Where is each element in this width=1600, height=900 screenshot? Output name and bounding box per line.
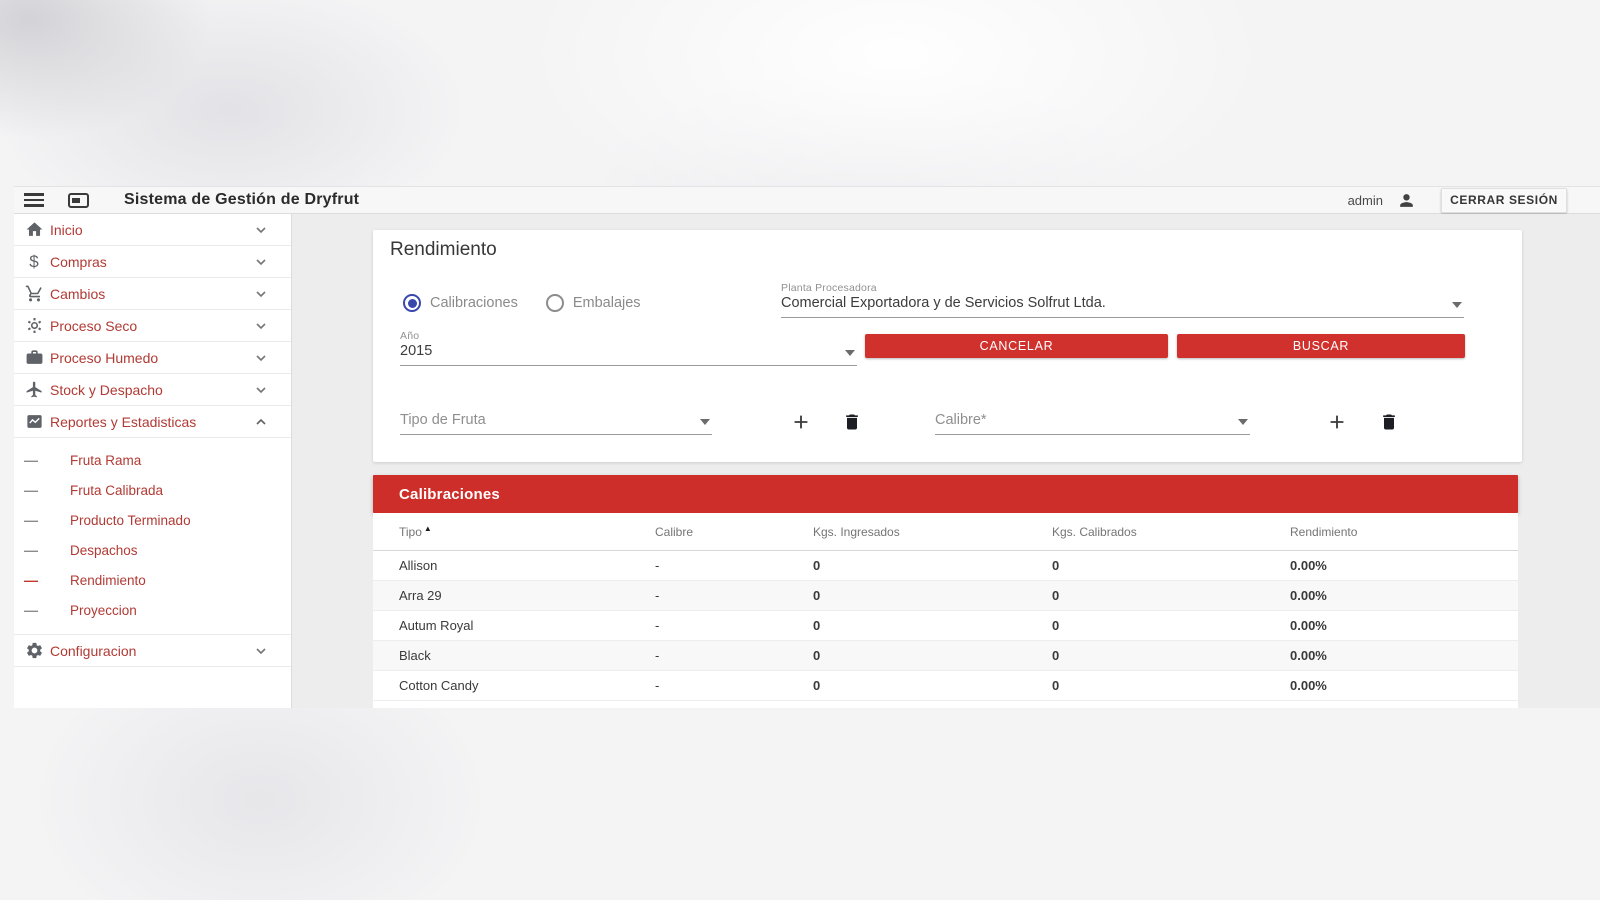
sidebar-item-cambios[interactable]: Cambios <box>14 278 291 310</box>
reportes-submenu: — Fruta Rama — Fruta Calibrada — Product… <box>14 438 291 635</box>
app-window-icon <box>68 193 89 208</box>
submenu-item-fruta-rama[interactable]: — Fruta Rama <box>14 445 291 475</box>
calibre-select[interactable]: Calibre* <box>935 411 1250 435</box>
anio-select[interactable]: Año 2015 <box>400 330 857 366</box>
column-header-kgs-calibrados[interactable]: Kgs. Calibrados <box>1052 525 1290 539</box>
table-row: Cotton Candy - 0 0 0.00% <box>373 671 1518 701</box>
search-button[interactable]: BUSCAR <box>1177 334 1465 358</box>
money-icon: $ <box>24 252 44 272</box>
app-title: Sistema de Gestión de Dryfrut <box>124 191 359 209</box>
dash-icon: — <box>22 542 40 558</box>
home-icon <box>24 220 44 240</box>
add-fruta-button[interactable] <box>788 409 814 435</box>
submenu-item-rendimiento-active[interactable]: — Rendimiento <box>14 565 291 595</box>
chevron-down-icon <box>253 222 269 238</box>
page-title: Rendimiento <box>390 239 497 261</box>
delete-fruta-button[interactable] <box>839 409 865 435</box>
delete-calibre-button[interactable] <box>1376 409 1402 435</box>
dropdown-caret-icon <box>1238 419 1248 425</box>
sidebar-item-compras[interactable]: $ Compras <box>14 246 291 278</box>
sort-asc-icon: ▲ <box>424 524 432 533</box>
sidebar-item-inicio[interactable]: Inicio <box>14 214 291 246</box>
person-icon <box>1397 191 1416 210</box>
table-row: Allison - 0 0 0.00% <box>373 551 1518 581</box>
add-calibre-button[interactable] <box>1324 409 1350 435</box>
dropdown-caret-icon <box>845 350 855 356</box>
briefcase-icon <box>24 348 44 368</box>
column-header-calibre[interactable]: Calibre <box>655 525 813 539</box>
app-window: Sistema de Gestión de Dryfrut admin CERR… <box>14 186 1600 708</box>
chevron-down-icon <box>253 350 269 366</box>
submenu-item-despachos[interactable]: — Despachos <box>14 535 291 565</box>
header-right-group: admin CERRAR SESIÓN <box>1348 188 1600 213</box>
table-title: Calibraciones <box>399 486 500 503</box>
sidebar: Inicio $ Compras Cambios Proceso Seco Pr… <box>14 214 292 708</box>
sidebar-item-proceso-humedo[interactable]: Proceso Humedo <box>14 342 291 374</box>
submenu-item-producto-terminado[interactable]: — Producto Terminado <box>14 505 291 535</box>
logout-button[interactable]: CERRAR SESIÓN <box>1441 188 1567 213</box>
sidebar-item-stock-despacho[interactable]: Stock y Despacho <box>14 374 291 406</box>
chevron-up-icon <box>253 414 269 430</box>
chevron-down-icon <box>253 318 269 334</box>
table-body: Allison - 0 0 0.00% Arra 29 - 0 0 0.00% … <box>373 551 1518 701</box>
sidebar-item-reportes[interactable]: Reportes y Estadisticas <box>14 406 291 438</box>
column-header-rendimiento[interactable]: Rendimiento <box>1290 525 1518 539</box>
dash-icon: — <box>22 512 40 528</box>
table-row: Black - 0 0 0.00% <box>373 641 1518 671</box>
radio-unselected-icon[interactable] <box>546 294 564 312</box>
report-type-radio-group: Calibraciones Embalajes <box>403 294 641 312</box>
top-header: Sistema de Gestión de Dryfrut admin CERR… <box>14 186 1600 214</box>
table-row: Autum Royal - 0 0 0.00% <box>373 611 1518 641</box>
table-title-band: Calibraciones <box>373 475 1518 513</box>
gear-outline-icon <box>24 316 44 336</box>
table-header-row: Tipo▲ Calibre Kgs. Ingresados Kgs. Calib… <box>373 513 1518 551</box>
dropdown-caret-icon <box>1452 302 1462 308</box>
radio-embalajes[interactable]: Embalajes <box>546 294 641 312</box>
chevron-down-icon <box>253 286 269 302</box>
main-content: Rendimiento Calibraciones Embalajes Plan… <box>292 214 1600 708</box>
filters-card: Rendimiento Calibraciones Embalajes Plan… <box>373 230 1522 462</box>
plane-icon <box>24 380 44 400</box>
calibraciones-table: Tipo▲ Calibre Kgs. Ingresados Kgs. Calib… <box>373 513 1518 708</box>
cancel-button[interactable]: CANCELAR <box>865 334 1168 358</box>
dash-icon: — <box>22 602 40 618</box>
chevron-down-icon <box>253 643 269 659</box>
column-header-kgs-ingresados[interactable]: Kgs. Ingresados <box>813 525 1052 539</box>
hamburger-menu-icon[interactable] <box>24 193 44 207</box>
cart-icon <box>24 284 44 304</box>
dropdown-caret-icon <box>700 419 710 425</box>
submenu-item-fruta-calibrada[interactable]: — Fruta Calibrada <box>14 475 291 505</box>
radio-selected-icon[interactable] <box>403 294 421 312</box>
radio-calibraciones[interactable]: Calibraciones <box>403 294 518 312</box>
username-label: admin <box>1348 193 1383 208</box>
dash-icon: — <box>22 452 40 468</box>
chevron-down-icon <box>253 254 269 270</box>
table-row: Arra 29 - 0 0 0.00% <box>373 581 1518 611</box>
submenu-item-proyeccion[interactable]: — Proyeccion <box>14 595 291 625</box>
tipo-de-fruta-select[interactable]: Tipo de Fruta <box>400 411 712 435</box>
dash-icon: — <box>22 482 40 498</box>
column-header-tipo[interactable]: Tipo▲ <box>399 524 655 539</box>
gear-icon <box>24 641 44 661</box>
sidebar-item-configuracion[interactable]: Configuracion <box>14 635 291 667</box>
dash-icon: — <box>22 572 40 588</box>
sidebar-item-proceso-seco[interactable]: Proceso Seco <box>14 310 291 342</box>
chevron-down-icon <box>253 382 269 398</box>
chart-icon <box>24 412 44 432</box>
planta-procesadora-select[interactable]: Planta Procesadora Comercial Exportadora… <box>781 282 1464 318</box>
